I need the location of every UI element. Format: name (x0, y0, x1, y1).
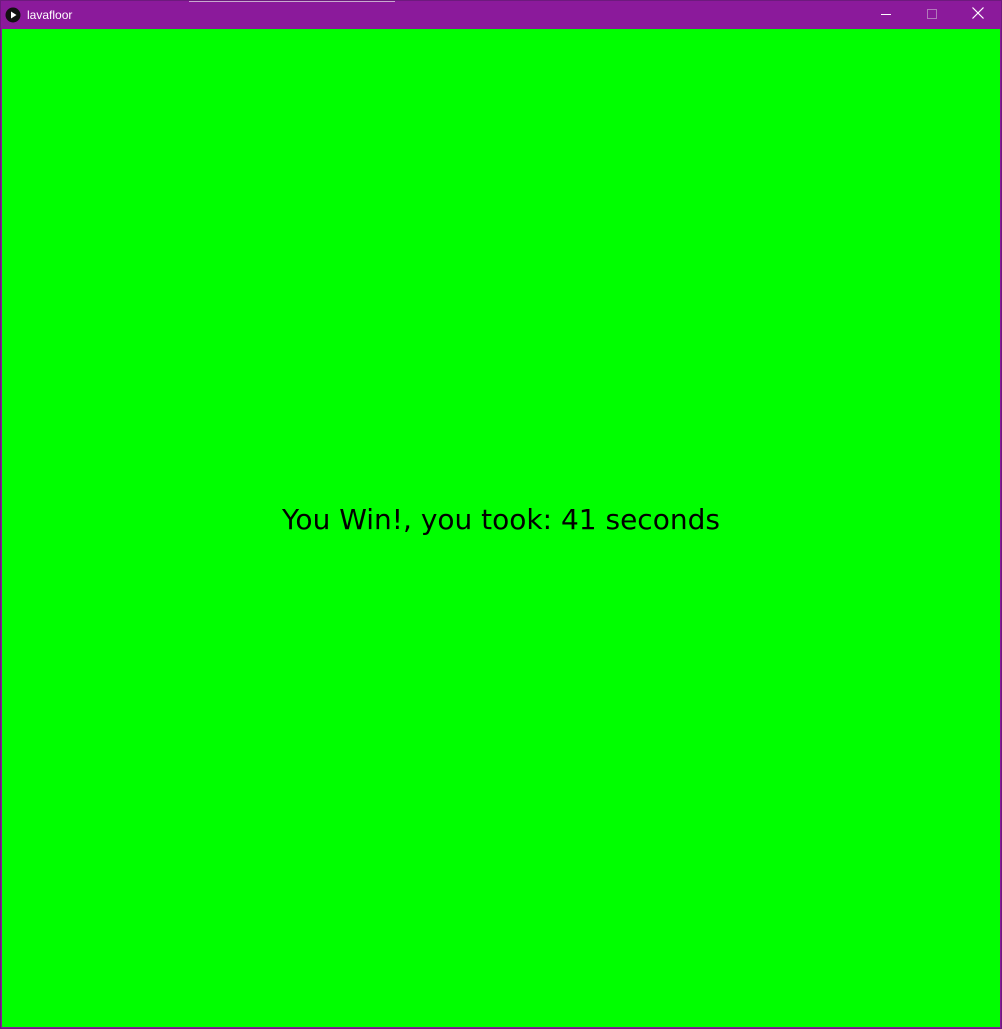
win-message: You Win!, you took: 41 seconds (282, 503, 720, 536)
app-window: lavafloor You Win!, you took: 41 seconds (0, 0, 1002, 1029)
play-icon[interactable] (5, 7, 21, 23)
minimize-button[interactable] (863, 1, 909, 29)
minimize-icon (881, 6, 891, 24)
window-controls (863, 1, 1001, 29)
maximize-button[interactable] (909, 1, 955, 29)
game-canvas[interactable]: You Win!, you took: 41 seconds (2, 29, 1000, 1027)
close-button[interactable] (955, 1, 1001, 29)
title-bar[interactable]: lavafloor (1, 1, 1001, 29)
maximize-icon (927, 6, 937, 24)
title-bar-highlight (189, 1, 395, 2)
close-icon (972, 6, 984, 24)
window-title: lavafloor (27, 8, 73, 22)
